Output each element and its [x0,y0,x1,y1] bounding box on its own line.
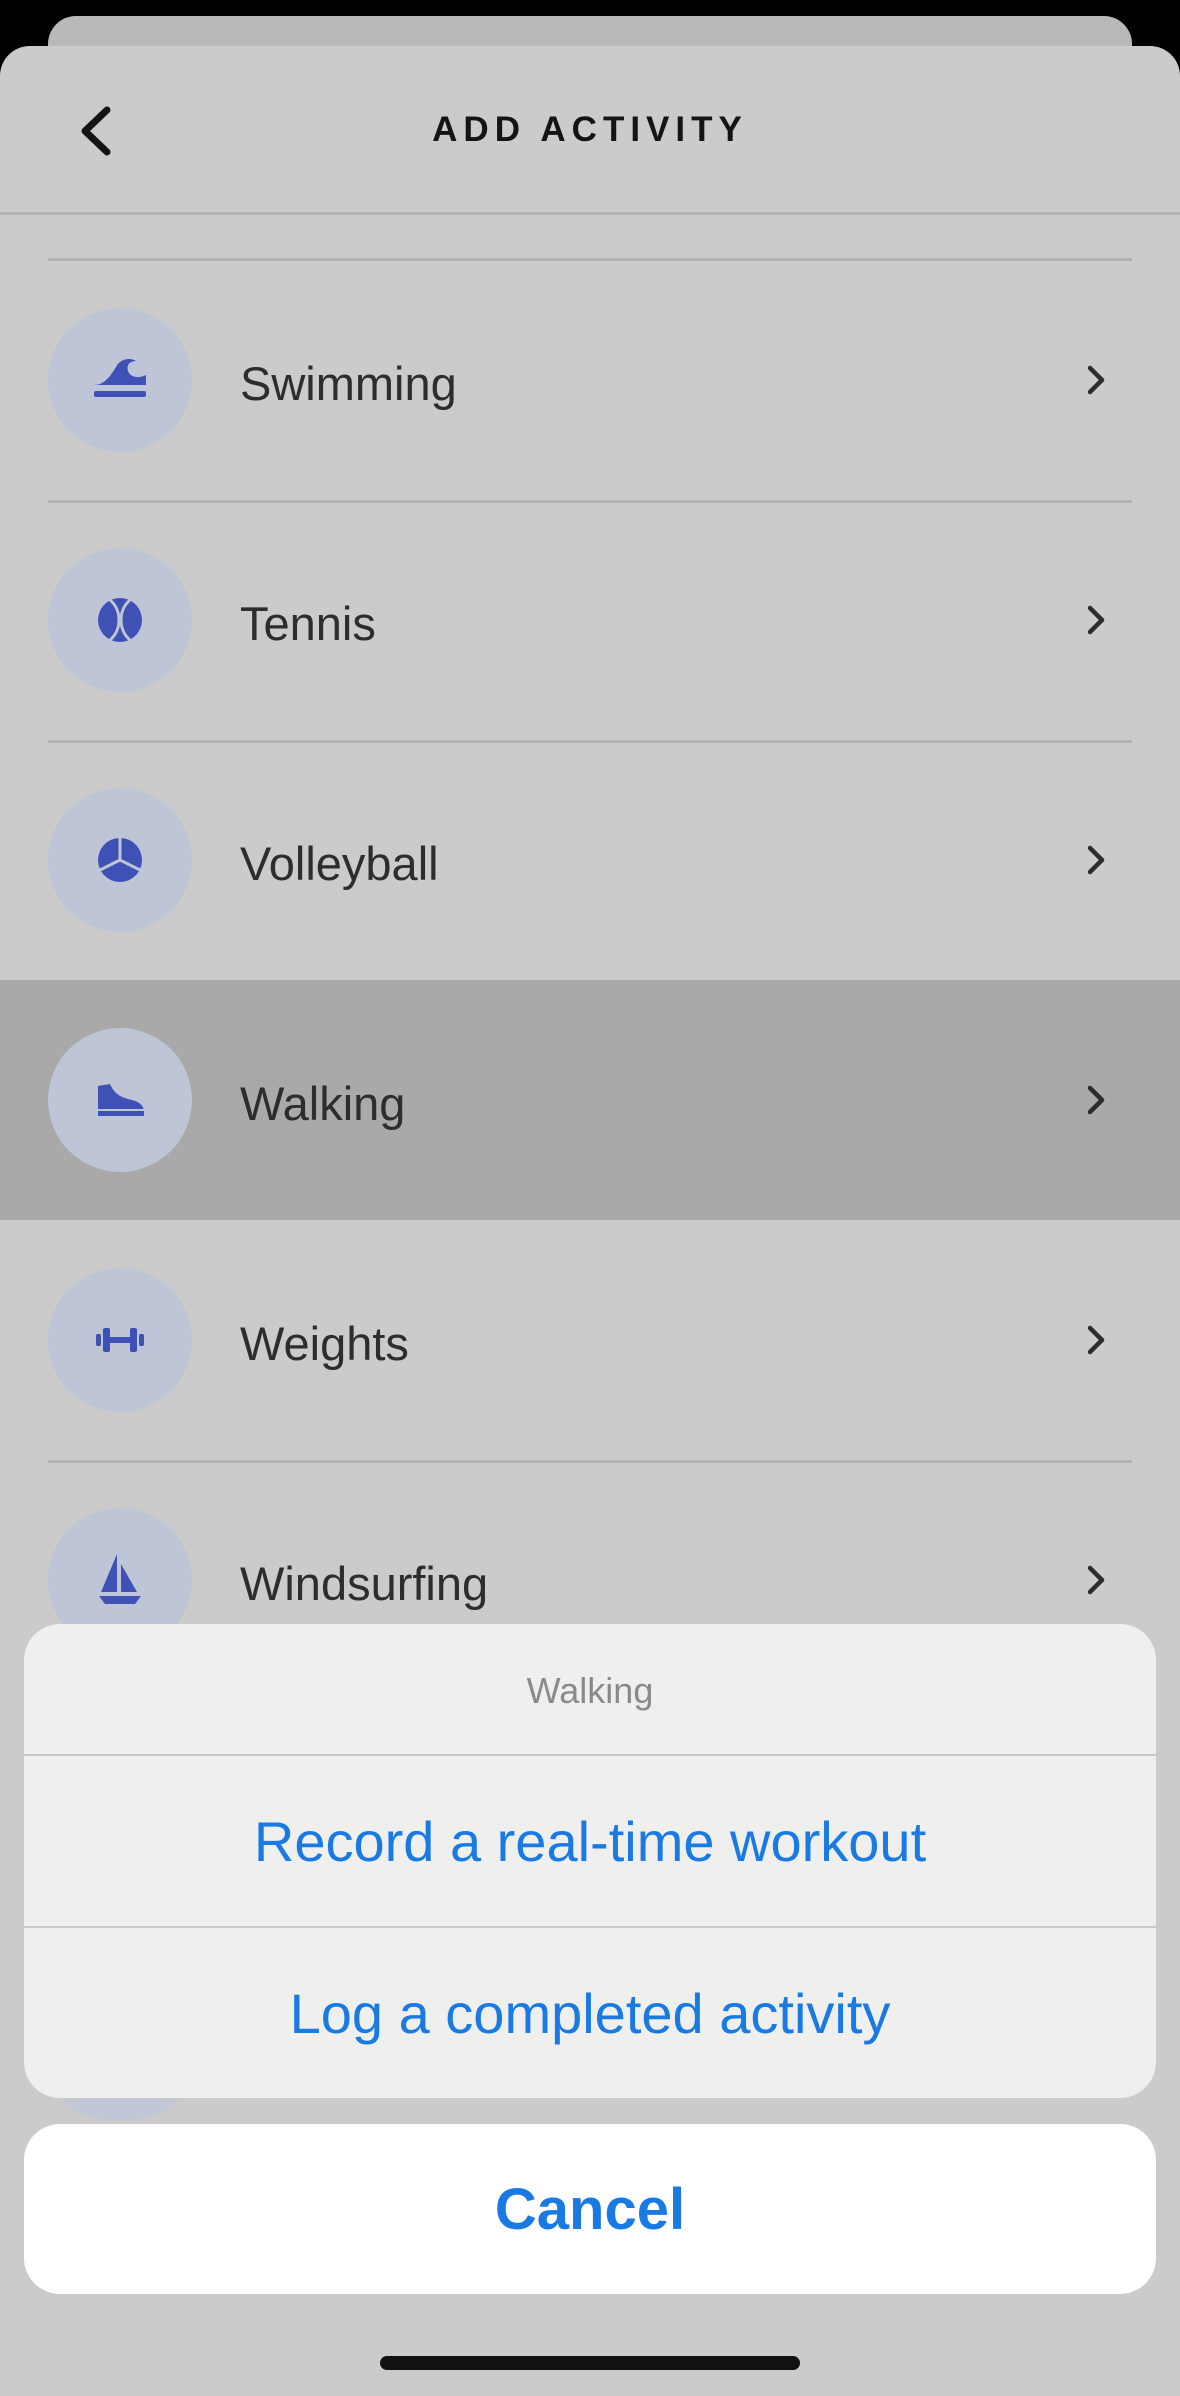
activity-label: Swimming [240,357,457,410]
activity-icon-circle [48,1268,192,1412]
activity-row-volleyball[interactable]: Volleyball [0,740,1180,980]
activity-icon-circle [48,1028,192,1172]
activity-label: Volleyball [240,837,439,890]
chevron-right-icon [1087,845,1105,875]
activity-label: Tennis [240,597,376,650]
chevron-right-icon [1087,1565,1105,1595]
activity-row-tennis[interactable]: Tennis [0,500,1180,740]
activity-icon-circle [48,548,192,692]
nav-bar: ADD ACTIVITY [0,46,1180,215]
chevron-right-icon [1087,365,1105,395]
sneaker-icon [98,1084,144,1116]
swimming-icon [94,359,146,397]
activity-icon-circle [48,308,192,452]
activity-icon-circle [48,788,192,932]
record-workout-button[interactable]: Record a real-time workout [24,1756,1156,1926]
action-sheet: Walking Record a real-time workout Log a… [24,1624,1156,2098]
activity-row-weights[interactable]: Weights [0,1220,1180,1460]
chevron-right-icon [1087,605,1105,635]
log-activity-button[interactable]: Log a completed activity [24,1928,1156,2098]
activity-label: Windsurfing [240,1557,489,1610]
tennis-ball-icon [98,598,142,642]
volleyball-icon [98,838,142,882]
sailboat-icon [99,1554,141,1604]
activity-label: Walking [240,1077,406,1130]
chevron-right-icon [1087,1085,1105,1115]
activity-row-swimming[interactable]: Swimming [0,260,1180,500]
activity-row-walking[interactable]: Walking [0,980,1180,1220]
home-indicator[interactable] [380,2356,800,2370]
cancel-button[interactable]: Cancel [24,2124,1156,2294]
dumbbell-icon [96,1328,144,1352]
action-sheet-title: Walking [526,1670,654,1711]
activity-label: Weights [240,1317,409,1370]
chevron-right-icon [1087,1325,1105,1355]
page-title: ADD ACTIVITY [432,110,748,149]
